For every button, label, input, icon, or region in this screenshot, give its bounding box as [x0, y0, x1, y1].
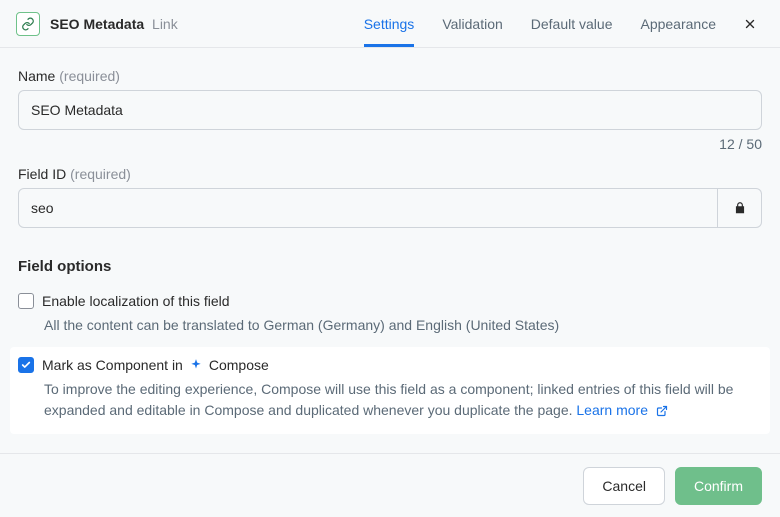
localization-description: All the content can be translated to Ger… [44, 315, 762, 335]
dialog-header: SEO Metadata Link Settings Validation De… [0, 0, 780, 48]
close-button[interactable] [736, 10, 764, 38]
compose-label: Mark as Component in Compose [42, 357, 269, 373]
name-char-counter: 12 / 50 [18, 136, 762, 152]
localization-label: Enable localization of this field [42, 293, 230, 309]
name-label: Name (required) [18, 68, 762, 84]
field-id-input[interactable] [18, 188, 718, 228]
compose-sparkle-icon [189, 358, 203, 372]
compose-description: To improve the editing experience, Compo… [44, 379, 762, 420]
tab-settings[interactable]: Settings [364, 0, 415, 47]
field-type-label: Link [152, 16, 178, 32]
confirm-button[interactable]: Confirm [675, 467, 762, 505]
link-field-icon [16, 12, 40, 36]
dialog-title: SEO Metadata Link [50, 16, 178, 32]
field-id-row [18, 188, 762, 228]
compose-learn-more-link[interactable]: Learn more [576, 402, 667, 418]
field-options-heading: Field options [18, 258, 762, 275]
tab-bar: Settings Validation Default value Appear… [364, 0, 716, 47]
field-id-label: Field ID (required) [18, 166, 762, 182]
name-input[interactable] [18, 90, 762, 130]
check-icon [21, 360, 31, 370]
tab-validation[interactable]: Validation [442, 0, 502, 47]
cancel-button[interactable]: Cancel [583, 467, 665, 505]
dialog-body: Name (required) 12 / 50 Field ID (requir… [0, 48, 780, 434]
lock-icon [733, 201, 747, 215]
compose-checkbox[interactable] [18, 357, 34, 373]
option-compose: Mark as Component in Compose To improve … [10, 347, 770, 434]
dialog-footer: Cancel Confirm [0, 453, 780, 517]
close-icon [743, 17, 757, 31]
tab-appearance[interactable]: Appearance [640, 0, 716, 47]
header-title-group: SEO Metadata Link [16, 12, 178, 36]
localization-checkbox[interactable] [18, 293, 34, 309]
option-localization: Enable localization of this field All th… [18, 287, 762, 347]
tab-default-value[interactable]: Default value [531, 0, 613, 47]
external-link-icon [656, 405, 668, 417]
field-id-lock-button[interactable] [718, 188, 762, 228]
